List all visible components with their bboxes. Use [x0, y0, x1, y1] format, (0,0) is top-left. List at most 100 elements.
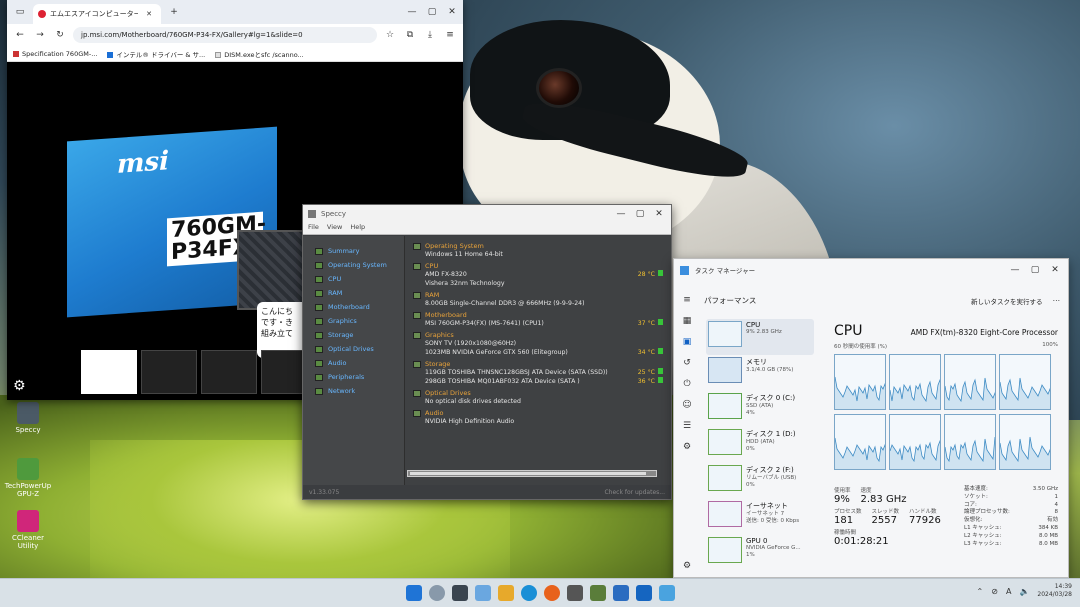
task-manager-titlebar: タスク マネージャー — ▢ ✕	[674, 259, 1068, 281]
resource-item[interactable]: ディスク 0 (C:) SSD (ATA) 4%	[706, 391, 814, 427]
thumbnail[interactable]	[201, 350, 257, 394]
ime-icon[interactable]: A	[1006, 587, 1011, 596]
widgets-icon[interactable]	[474, 585, 491, 601]
maximize-icon[interactable]: ▢	[633, 209, 647, 219]
volume-icon[interactable]: 🔈	[1019, 587, 1029, 596]
taskmanager-icon[interactable]	[612, 585, 629, 601]
clock[interactable]: 14:39 2024/03/28	[1037, 583, 1072, 599]
address-bar[interactable]: jp.msi.com/Motherboard/760GM-P34-FX/Gall…	[73, 27, 377, 43]
summary-line: 8.00GB Single-Channel DDR3 @ 666MHz (9-9…	[425, 300, 585, 307]
nav-storage[interactable]: Storage	[315, 328, 404, 342]
details-icon[interactable]: ☰	[683, 421, 691, 431]
bookmark-2[interactable]: インテル® ドライバー & サ...	[107, 49, 205, 59]
new-tab-icon[interactable]: +	[167, 7, 181, 17]
startup-icon[interactable]: ⏻	[683, 379, 690, 389]
desktop-icon-gpuz[interactable]: TechPowerUp GPU-Z	[3, 458, 53, 498]
summary-line: 298GB TOSHIBA MQ01ABF032 ATA Device (SAT…	[413, 377, 663, 386]
gear-icon[interactable]: ⚙	[13, 378, 26, 394]
reload-icon[interactable]: ↻	[53, 30, 67, 40]
services-icon[interactable]: ⚙	[683, 442, 691, 452]
menu-file[interactable]: File	[308, 223, 319, 234]
chevron-up-icon[interactable]: ⌃	[977, 587, 984, 596]
resource-item[interactable]: ディスク 1 (D:) HDD (ATA) 0%	[706, 427, 814, 463]
sparkline	[708, 501, 742, 527]
search-icon[interactable]	[428, 585, 445, 601]
resource-item[interactable]: メモリ 3.1/4.0 GB (78%)	[706, 355, 814, 391]
nav-ram[interactable]: RAM	[315, 286, 404, 300]
star-icon[interactable]: ☆	[383, 30, 397, 40]
system-tray: ⌃ ⊘ A 🔈 14:39 2024/03/28	[977, 583, 1072, 599]
close-tab-icon[interactable]: ✕	[142, 10, 156, 18]
tab-actions-icon[interactable]: ▭	[13, 7, 27, 17]
nav-operating-system[interactable]: Operating System	[315, 258, 404, 272]
horizontal-scrollbar[interactable]	[407, 470, 657, 477]
minimize-icon[interactable]: —	[614, 209, 628, 219]
processes-icon[interactable]: ▦	[683, 316, 692, 326]
nav-audio[interactable]: Audio	[315, 356, 404, 370]
speccy-statusbar: v1.33.075 Check for updates...	[303, 485, 671, 499]
summary-line: 119GB TOSHIBA THNSNC128GBSJ ATA Device (…	[413, 368, 663, 377]
edge-icon[interactable]	[520, 585, 537, 601]
resource-item[interactable]: ディスク 2 (F:) リムーバブル (USB) 0%	[706, 463, 814, 499]
summary-line: No optical disk drives detected	[425, 398, 521, 405]
task-manager-nav-rail: ≡ ▦ ▣ ↺ ⏻ ☺ ☰ ⚙ ⚙	[674, 281, 700, 577]
nav-motherboard[interactable]: Motherboard	[315, 300, 404, 314]
thumbnail[interactable]	[141, 350, 197, 394]
mail-icon[interactable]	[635, 585, 652, 601]
close-icon[interactable]: ✕	[1048, 265, 1062, 275]
speccy-nav: Summary Operating System CPU RAM Motherb…	[303, 236, 405, 485]
file-explorer-icon[interactable]	[497, 585, 514, 601]
nav-peripherals[interactable]: Peripherals	[315, 370, 404, 384]
gpuz-icon[interactable]	[589, 585, 606, 601]
sparkline	[708, 321, 742, 347]
network-icon[interactable]: ⊘	[991, 587, 998, 596]
browser-tab[interactable]: エムエスアイコンピュータージャパン | T... ✕	[33, 4, 161, 24]
forward-icon[interactable]: →	[33, 30, 47, 40]
nav-optical-drives[interactable]: Optical Drives	[315, 342, 404, 356]
monitor-icon[interactable]	[658, 585, 675, 601]
close-icon[interactable]: ✕	[652, 209, 666, 219]
core-graph	[834, 354, 886, 410]
desktop-icon-ccleaner[interactable]: CCleaner Utility	[3, 510, 53, 550]
minimize-icon[interactable]: —	[1008, 265, 1022, 275]
maximize-icon[interactable]: ▢	[425, 7, 439, 17]
resource-item[interactable]: GPU 0 NVIDIA GeForce G... 1%	[706, 535, 814, 571]
taskbar: ⌃ ⊘ A 🔈 14:39 2024/03/28	[0, 578, 1080, 607]
summary-line: 1023MB NVIDIA GeForce GTX 560 (Elitegrou…	[413, 348, 663, 357]
menu-icon[interactable]: ≡	[443, 30, 457, 40]
detail-row: L2 キャッシュ: 8.0 MB	[964, 532, 1058, 539]
app-history-icon[interactable]: ↺	[683, 358, 691, 368]
firefox-icon[interactable]	[543, 585, 560, 601]
nav-network[interactable]: Network	[315, 384, 404, 398]
back-icon[interactable]: ←	[13, 30, 27, 40]
nav-summary[interactable]: Summary	[315, 244, 404, 258]
resource-item[interactable]: イーサネット イーサネット 7 送信: 0 受信: 0 Kbps	[706, 499, 814, 535]
menu-view[interactable]: View	[327, 223, 342, 234]
download-icon[interactable]: ⤓	[423, 30, 437, 40]
resource-item[interactable]: CPU 9% 2.83 GHz	[706, 319, 814, 355]
bookmark-1[interactable]: Specification 760GM-...	[13, 50, 97, 58]
gpuz-app-icon	[17, 458, 39, 480]
more-options-icon[interactable]: ⋯	[1053, 296, 1061, 305]
users-icon[interactable]: ☺	[682, 400, 691, 410]
bookmark-3[interactable]: DISM.exeとsfc /scanno...	[215, 49, 304, 59]
desktop-icon-speccy[interactable]: Speccy	[3, 402, 53, 434]
nav-graphics[interactable]: Graphics	[315, 314, 404, 328]
performance-icon[interactable]: ▣	[683, 337, 692, 347]
core-graph	[999, 414, 1051, 470]
task-view-icon[interactable]	[451, 585, 468, 601]
settings-icon[interactable]: ⚙	[683, 561, 691, 571]
maximize-icon[interactable]: ▢	[1028, 265, 1042, 275]
settings-icon[interactable]	[566, 585, 583, 601]
nav-cpu[interactable]: CPU	[315, 272, 404, 286]
minimize-icon[interactable]: —	[405, 7, 419, 17]
extensions-icon[interactable]: ⧉	[403, 30, 417, 40]
menu-help[interactable]: Help	[350, 223, 365, 234]
cpu-panel: CPU AMD FX(tm)-8320 Eight-Core Processor…	[834, 323, 1058, 470]
close-icon[interactable]: ✕	[445, 7, 459, 17]
run-new-task-button[interactable]: 新しいタスクを実行する	[971, 296, 1043, 306]
start-icon[interactable]	[405, 585, 422, 601]
hamburger-icon[interactable]: ≡	[683, 295, 691, 305]
thumbnail[interactable]	[81, 350, 137, 394]
check-updates-link[interactable]: Check for updates...	[604, 489, 665, 496]
